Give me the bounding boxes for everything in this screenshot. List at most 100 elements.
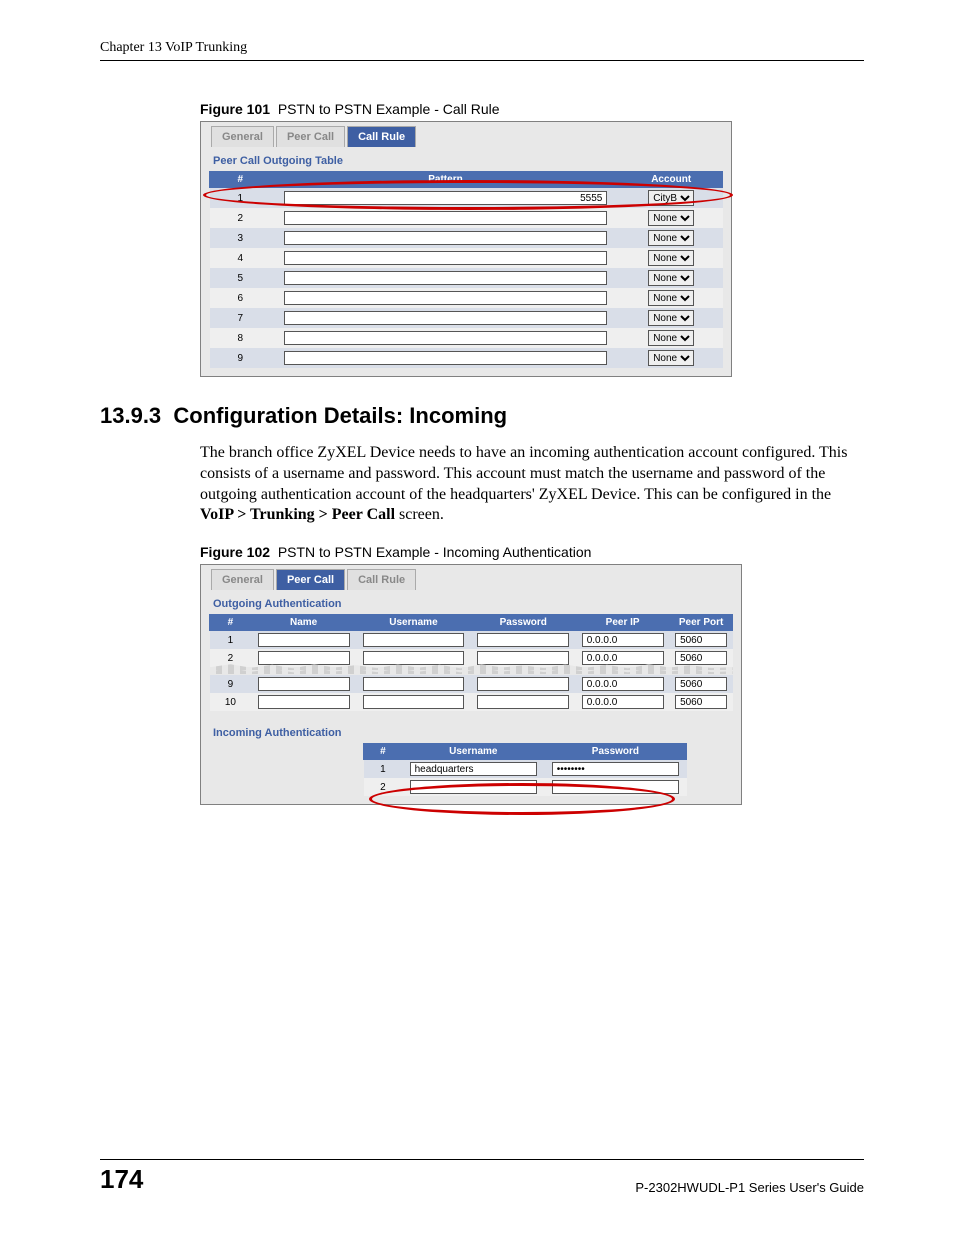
- para-text-c: screen.: [395, 506, 444, 523]
- row-num: 9: [210, 348, 272, 368]
- col-num: #: [210, 172, 272, 188]
- tab-callrule-2[interactable]: Call Rule: [347, 569, 416, 590]
- chapter-header: Chapter 13 VoIP Trunking: [100, 40, 864, 61]
- row-num: 1: [364, 760, 403, 779]
- pattern-input[interactable]: [284, 291, 608, 305]
- pattern-input[interactable]: [284, 351, 608, 365]
- account-select[interactable]: None: [648, 350, 694, 366]
- username-input[interactable]: [363, 695, 465, 709]
- col-account: Account: [620, 172, 723, 188]
- name-input[interactable]: [258, 695, 350, 709]
- table-row: 7 None: [210, 308, 723, 328]
- table-row: 2: [364, 778, 687, 796]
- figure102-label: Figure 102: [200, 544, 270, 560]
- figure101-label: Figure 101: [200, 101, 270, 117]
- account-select[interactable]: None: [648, 330, 694, 346]
- torn-gap: [210, 671, 733, 675]
- section-number: 13.9.3: [100, 403, 161, 428]
- row-num: 2: [210, 208, 272, 228]
- account-select[interactable]: None: [648, 290, 694, 306]
- outcol-port: Peer Port: [670, 615, 733, 631]
- peerip-input[interactable]: [582, 651, 664, 665]
- outcol-pass: Password: [471, 615, 576, 631]
- tab-general[interactable]: General: [211, 126, 274, 147]
- figure102-title: PSTN to PSTN Example - Incoming Authenti…: [278, 544, 592, 560]
- peerip-input[interactable]: [582, 695, 664, 709]
- password-input[interactable]: [552, 780, 679, 794]
- password-input[interactable]: [552, 762, 679, 776]
- figure102-caption: Figure 102 PSTN to PSTN Example - Incomi…: [200, 544, 864, 560]
- row-num: 9: [210, 675, 252, 693]
- figure101-caption: Figure 101 PSTN to PSTN Example - Call R…: [200, 101, 864, 117]
- tab-callrule[interactable]: Call Rule: [347, 126, 416, 147]
- pattern-input[interactable]: [284, 271, 608, 285]
- incoming-auth-table: # Username Password 12: [363, 743, 687, 796]
- table-row: 1CityB: [210, 188, 723, 209]
- peerip-input[interactable]: [582, 677, 664, 691]
- pattern-input[interactable]: [284, 211, 608, 225]
- outgoing-auth-table: # Name Username Password Peer IP Peer Po…: [209, 614, 733, 711]
- incol-user: Username: [402, 744, 544, 760]
- figure101-title: PSTN to PSTN Example - Call Rule: [278, 101, 500, 117]
- row-num: 7: [210, 308, 272, 328]
- tab-peercall-2[interactable]: Peer Call: [276, 569, 345, 590]
- password-input[interactable]: [477, 633, 569, 647]
- username-input[interactable]: [410, 780, 537, 794]
- outcol-user: Username: [356, 615, 471, 631]
- tab-general-2[interactable]: General: [211, 569, 274, 590]
- pattern-input[interactable]: [284, 331, 608, 345]
- table-row: 6 None: [210, 288, 723, 308]
- table-row: 3 None: [210, 228, 723, 248]
- username-input[interactable]: [363, 633, 465, 647]
- account-select[interactable]: None: [648, 230, 694, 246]
- username-input[interactable]: [363, 651, 465, 665]
- table-row: 2: [210, 649, 733, 667]
- password-input[interactable]: [477, 677, 569, 691]
- peer-call-outgoing-title: Peer Call Outgoing Table: [201, 147, 731, 171]
- username-input[interactable]: [410, 762, 537, 776]
- peer-call-outgoing-table: # Pattern Account 1CityB2None3None4None5…: [209, 171, 723, 368]
- name-input[interactable]: [258, 677, 350, 691]
- pattern-input[interactable]: [284, 231, 608, 245]
- table-row: 1: [210, 631, 733, 650]
- row-num: 2: [364, 778, 403, 796]
- pattern-input[interactable]: [284, 191, 608, 205]
- account-select[interactable]: None: [648, 250, 694, 266]
- peerport-input[interactable]: [675, 633, 727, 647]
- account-select[interactable]: None: [648, 310, 694, 326]
- para-bold: VoIP > Trunking > Peer Call: [200, 506, 395, 523]
- section-title: Configuration Details: Incoming: [173, 403, 507, 428]
- table-row: 2 None: [210, 208, 723, 228]
- name-input[interactable]: [258, 633, 350, 647]
- table-row: 5None: [210, 268, 723, 288]
- row-num: 1: [210, 631, 252, 650]
- section-heading: 13.9.3 Configuration Details: Incoming: [100, 403, 864, 429]
- peerport-input[interactable]: [675, 695, 727, 709]
- table-row: 9: [210, 675, 733, 693]
- figure101-screenshot: General Peer Call Call Rule Peer Call Ou…: [200, 121, 732, 377]
- row-num: 3: [210, 228, 272, 248]
- table-row: 9 None: [210, 348, 723, 368]
- pattern-input[interactable]: [284, 251, 608, 265]
- table-row: 8 None: [210, 328, 723, 348]
- table-row: 1: [364, 760, 687, 779]
- row-num: 10: [210, 693, 252, 711]
- peerip-input[interactable]: [582, 633, 664, 647]
- account-select[interactable]: None: [648, 210, 694, 226]
- peerport-input[interactable]: [675, 677, 727, 691]
- section-paragraph: The branch office ZyXEL Device needs to …: [200, 443, 864, 526]
- table-row: 4None: [210, 248, 723, 268]
- account-select[interactable]: CityB: [648, 190, 694, 206]
- username-input[interactable]: [363, 677, 465, 691]
- tab-peercall[interactable]: Peer Call: [276, 126, 345, 147]
- page-number: 174: [100, 1164, 143, 1195]
- name-input[interactable]: [258, 651, 350, 665]
- row-num: 8: [210, 328, 272, 348]
- pattern-input[interactable]: [284, 311, 608, 325]
- account-select[interactable]: None: [648, 270, 694, 286]
- password-input[interactable]: [477, 651, 569, 665]
- row-num: 6: [210, 288, 272, 308]
- peerport-input[interactable]: [675, 651, 727, 665]
- guide-name: P-2302HWUDL-P1 Series User's Guide: [635, 1180, 864, 1195]
- password-input[interactable]: [477, 695, 569, 709]
